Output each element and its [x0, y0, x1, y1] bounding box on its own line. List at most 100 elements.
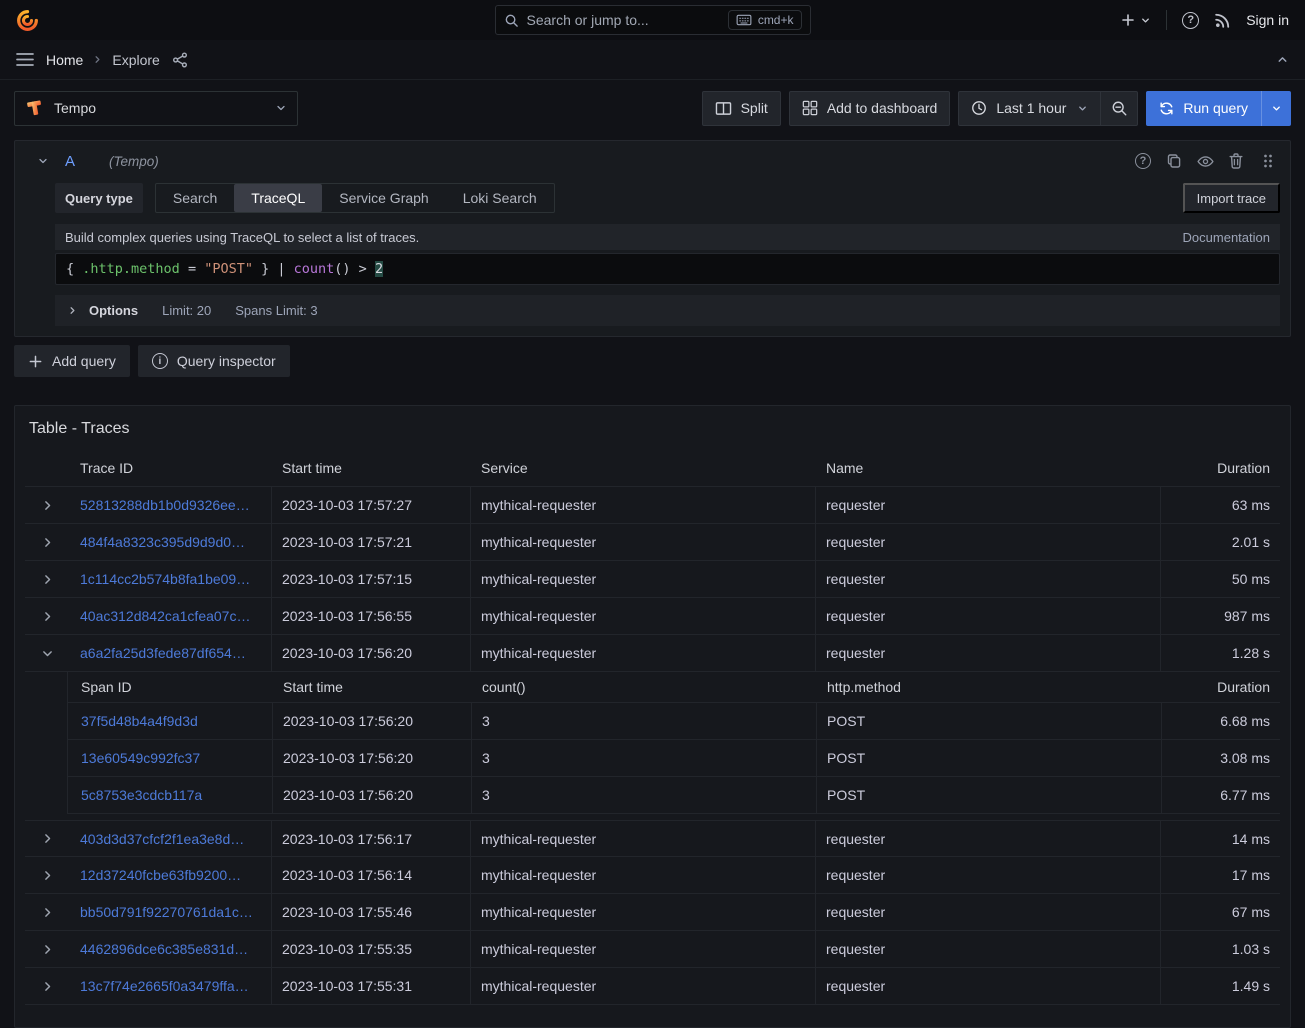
zoom-out-time-button[interactable] — [1100, 92, 1137, 125]
col-header-http-method[interactable]: http.method — [817, 672, 1162, 702]
row-expander[interactable] — [37, 495, 58, 516]
delete-query-icon[interactable] — [1229, 153, 1243, 169]
col-header-span-id[interactable]: Span ID — [68, 672, 273, 702]
datasource-picker[interactable]: Tempo — [14, 91, 298, 126]
trace-id-link[interactable]: 40ac312d842ca1cfea07c… — [80, 608, 250, 624]
query-inspector-button[interactable]: i Query inspector — [138, 345, 290, 377]
query-ref-id: A — [65, 153, 75, 170]
import-trace-button[interactable]: Import trace — [1183, 183, 1280, 213]
traceql-query-input[interactable]: { .http.method = "POST" } | count() > 2 — [55, 253, 1280, 285]
trace-id-link[interactable]: 484f4a8323c395d9d9d0… — [80, 534, 245, 550]
chevron-down-icon — [1077, 103, 1088, 114]
cell-name: requester — [816, 598, 1161, 634]
col-header-count[interactable]: count() — [472, 672, 817, 702]
query-inspector-label: Query inspector — [177, 353, 276, 369]
tab-service-graph[interactable]: Service Graph — [322, 184, 445, 212]
row-expander[interactable] — [37, 865, 58, 886]
duplicate-query-icon[interactable] — [1166, 153, 1182, 169]
row-expander[interactable] — [37, 902, 58, 923]
toggle-visibility-icon[interactable] — [1197, 155, 1214, 168]
span-id-link[interactable]: 5c8753e3cdcb117a — [81, 787, 202, 803]
options-label: Options — [89, 303, 138, 318]
time-range-picker[interactable]: Last 1 hour — [959, 92, 1100, 125]
cell-name: requester — [816, 821, 1161, 856]
row-expander[interactable] — [37, 532, 58, 553]
tab-traceql[interactable]: TraceQL — [234, 184, 322, 212]
code-token: () — [334, 261, 350, 277]
span-id-link[interactable]: 13e60549c992fc37 — [81, 750, 200, 766]
col-header-duration[interactable]: Duration — [1161, 450, 1280, 486]
col-header-span-duration[interactable]: Duration — [1162, 672, 1280, 702]
mega-menu-button[interactable] — [16, 52, 34, 67]
query-datasource-hint: (Tempo) — [109, 154, 159, 169]
options-collapse-row[interactable]: Options Limit: 20 Spans Limit: 3 — [55, 295, 1280, 326]
row-collapser[interactable] — [37, 643, 58, 664]
collapse-top-button[interactable] — [1276, 53, 1289, 66]
add-to-dashboard-button[interactable]: Add to dashboard — [789, 91, 951, 126]
breadcrumb-explore[interactable]: Explore — [112, 52, 159, 68]
chevron-down-icon — [275, 102, 287, 114]
row-expander[interactable] — [37, 939, 58, 960]
row-expander[interactable] — [37, 976, 58, 997]
chevron-down-icon — [41, 647, 54, 660]
add-query-label: Add query — [52, 353, 116, 369]
trace-id-link[interactable]: bb50d791f92270761da1c… — [80, 904, 253, 920]
col-header-span-start[interactable]: Start time — [273, 672, 472, 702]
tab-search[interactable]: Search — [156, 184, 234, 212]
cell-name: requester — [816, 487, 1161, 523]
col-header-name[interactable]: Name — [816, 450, 1161, 486]
run-query-dropdown[interactable] — [1261, 91, 1291, 126]
cell-name: requester — [816, 931, 1161, 967]
cell-count: 3 — [472, 740, 817, 776]
breadcrumb-home[interactable]: Home — [46, 52, 83, 68]
cell-name: requester — [816, 635, 1161, 671]
code-token: "POST" — [204, 261, 253, 277]
trace-id-link[interactable]: 4462896dce6c385e831d… — [80, 941, 248, 957]
row-expander[interactable] — [37, 828, 58, 849]
split-columns-icon — [715, 101, 732, 116]
row-expander[interactable] — [37, 606, 58, 627]
keyboard-icon — [736, 14, 752, 26]
col-header-service[interactable]: Service — [471, 450, 816, 486]
options-limit: Limit: 20 — [162, 303, 211, 318]
table-row: 484f4a8323c395d9d9d0… 2023-10-03 17:57:2… — [25, 524, 1280, 561]
trace-id-link[interactable]: a6a2fa25d3fede87df654… — [80, 645, 246, 661]
chevron-right-icon — [67, 305, 78, 316]
col-header-trace-id[interactable]: Trace ID — [70, 450, 272, 486]
code-token: .http.method — [82, 261, 180, 277]
col-header-start-time[interactable]: Start time — [272, 450, 471, 486]
drag-handle-icon[interactable] — [1262, 153, 1274, 169]
clock-icon — [971, 100, 987, 116]
news-rss-icon[interactable] — [1214, 12, 1231, 29]
sign-in-button[interactable]: Sign in — [1246, 12, 1289, 28]
trace-id-link[interactable]: 403d3d37cfcf2f1ea3e8d… — [80, 831, 244, 847]
trace-id-link[interactable]: 1c114cc2b574b8fa1be09… — [80, 571, 250, 587]
query-row-header: A (Tempo) ? — [15, 141, 1290, 179]
cell-start-time: 2023-10-03 17:56:14 — [272, 857, 471, 893]
trace-id-link[interactable]: 52813288db1b0d9326ee… — [80, 497, 250, 513]
cell-span-start: 2023-10-03 17:56:20 — [273, 703, 472, 739]
cell-start-time: 2023-10-03 17:57:21 — [272, 524, 471, 560]
help-icon[interactable]: ? — [1182, 12, 1199, 29]
apps-grid-icon — [802, 100, 818, 116]
grafana-logo[interactable] — [16, 9, 39, 32]
search-input[interactable]: Search or jump to... cmd+k — [495, 5, 811, 35]
query-help-icon[interactable]: ? — [1135, 153, 1151, 169]
add-query-button[interactable]: Add query — [14, 345, 130, 377]
cell-service: mythical-requester — [471, 821, 816, 856]
cell-service: mythical-requester — [471, 894, 816, 930]
tab-loki-search[interactable]: Loki Search — [446, 184, 554, 212]
documentation-link[interactable]: Documentation — [1183, 230, 1270, 245]
query-actions-row: Add query i Query inspector — [14, 345, 1291, 377]
span-id-link[interactable]: 37f5d48b4a4f9d3d — [81, 713, 198, 729]
row-expander[interactable] — [37, 569, 58, 590]
new-menu-button[interactable] — [1120, 12, 1151, 28]
split-label: Split — [741, 100, 768, 116]
share-shortlink-button[interactable] — [172, 52, 188, 68]
trace-id-link[interactable]: 13c7f74e2665f0a3479ffa… — [80, 978, 249, 994]
trace-id-link[interactable]: 12d37240fcbe63fb9200… — [80, 867, 241, 883]
query-collapse-toggle[interactable] — [37, 155, 49, 167]
expander-column-header — [25, 450, 70, 486]
split-button[interactable]: Split — [702, 91, 781, 126]
run-query-button[interactable]: Run query — [1146, 91, 1291, 126]
